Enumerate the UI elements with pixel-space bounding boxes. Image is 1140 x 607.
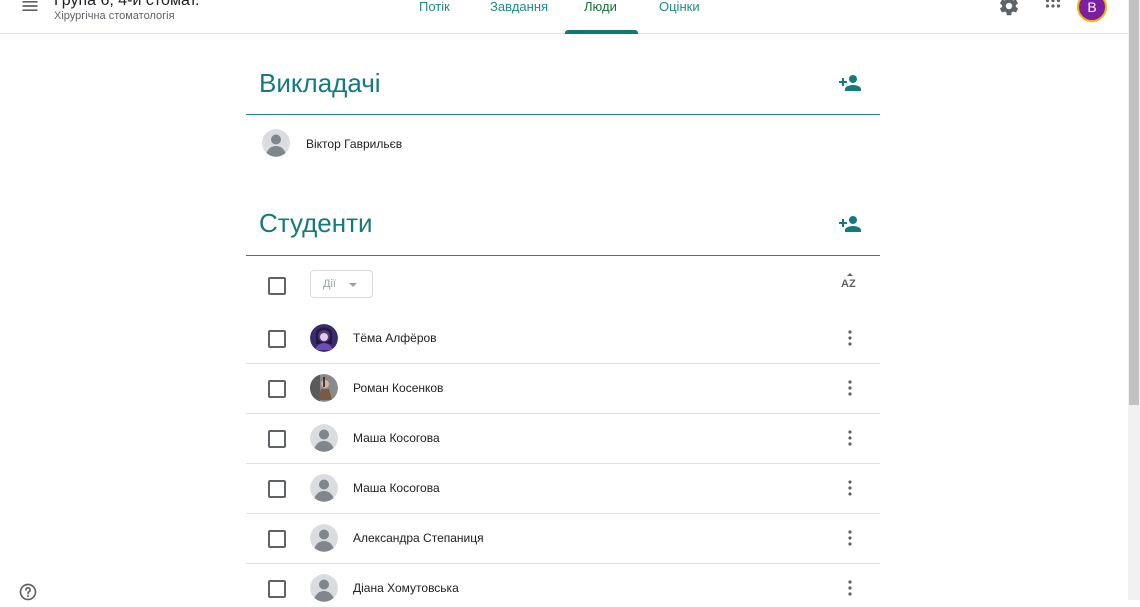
- actions-label: Дії: [323, 278, 336, 290]
- default-avatar-icon: [310, 424, 338, 452]
- dropdown-caret-icon: [349, 283, 357, 287]
- tab-people[interactable]: Люди: [584, 0, 617, 14]
- student-checkbox[interactable]: [268, 380, 286, 398]
- students-divider: [246, 255, 880, 256]
- student-checkbox[interactable]: [268, 480, 286, 498]
- default-avatar-icon: [310, 474, 338, 502]
- class-subtitle: Хірургічна стоматологія: [54, 10, 175, 22]
- class-title[interactable]: Група 6, 4-й стомат.: [54, 0, 199, 10]
- select-all-checkbox[interactable]: [268, 277, 286, 295]
- more-vert-icon[interactable]: [843, 328, 857, 348]
- more-vert-icon[interactable]: [843, 528, 857, 548]
- student-photo-avatar: [310, 324, 338, 352]
- svg-text:A: A: [841, 278, 849, 290]
- student-name: Маша Косогова: [353, 431, 440, 445]
- student-name: Маша Косогова: [353, 481, 440, 495]
- teacher-avatar: [262, 129, 290, 157]
- person-add-icon[interactable]: [838, 71, 862, 95]
- tab-grades[interactable]: Оцінки: [659, 0, 700, 14]
- teacher-name: Віктор Гаврильєв: [306, 137, 403, 151]
- account-avatar[interactable]: B: [1077, 0, 1107, 22]
- teachers-divider: [246, 114, 880, 115]
- student-name: Александра Степаниця: [353, 531, 484, 545]
- tab-stream[interactable]: Потік: [419, 0, 450, 14]
- apps-grid-icon[interactable]: [1042, 0, 1064, 17]
- students-heading: Студенти: [259, 208, 373, 238]
- tab-classwork[interactable]: Завдання: [490, 0, 548, 14]
- scrollbar-thumb[interactable]: [1129, 0, 1139, 405]
- student-photo-avatar: [310, 374, 338, 402]
- student-name: Діана Хомутовська: [353, 581, 459, 595]
- menu-icon[interactable]: [20, 0, 40, 16]
- sort-az-icon[interactable]: A Z: [840, 272, 860, 292]
- student-checkbox[interactable]: [268, 580, 286, 598]
- row-divider: [246, 513, 880, 514]
- student-checkbox[interactable]: [268, 430, 286, 448]
- top-app-bar: Група 6, 4-й стомат. Хірургічна стоматол…: [0, 0, 1128, 34]
- svg-text:Z: Z: [849, 278, 856, 290]
- active-tab-indicator: [565, 30, 638, 34]
- gear-icon[interactable]: [998, 0, 1020, 17]
- actions-dropdown[interactable]: Дії: [310, 270, 373, 298]
- default-avatar-icon: [310, 574, 338, 602]
- row-divider: [246, 413, 880, 414]
- default-avatar-icon: [310, 524, 338, 552]
- row-divider: [246, 563, 880, 564]
- student-checkbox[interactable]: [268, 330, 286, 348]
- more-vert-icon[interactable]: [843, 378, 857, 398]
- help-icon[interactable]: [18, 582, 38, 602]
- more-vert-icon[interactable]: [843, 578, 857, 598]
- more-vert-icon[interactable]: [843, 478, 857, 498]
- row-divider: [246, 363, 880, 364]
- more-vert-icon[interactable]: [843, 428, 857, 448]
- student-name: Роман Косенков: [353, 381, 444, 395]
- student-name: Тёма Алфёров: [353, 331, 437, 345]
- row-divider: [246, 463, 880, 464]
- person-add-icon[interactable]: [838, 212, 862, 236]
- student-checkbox[interactable]: [268, 530, 286, 548]
- teachers-heading: Викладачі: [259, 68, 381, 98]
